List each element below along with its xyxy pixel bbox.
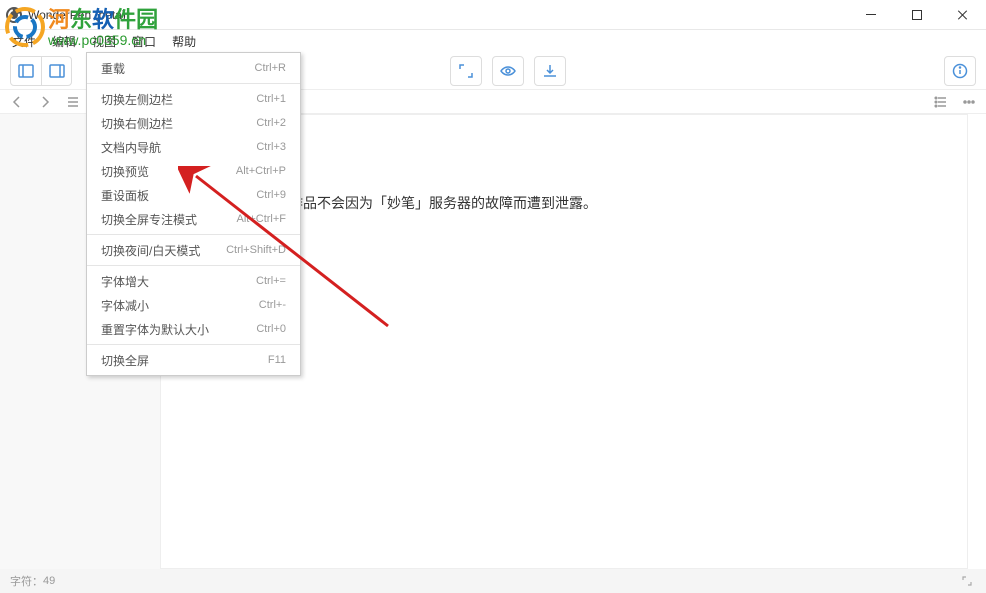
char-count-value: 49 (43, 575, 55, 587)
menu-font-increase[interactable]: 字体增大Ctrl+= (87, 269, 300, 293)
view-dropdown-menu: 重载Ctrl+R 切换左侧边栏Ctrl+1 切换右侧边栏Ctrl+2 文档内导航… (86, 52, 301, 376)
menu-font-reset[interactable]: 重置字体为默认大小Ctrl+0 (87, 317, 300, 341)
list-icon[interactable] (930, 92, 952, 112)
menu-toggle-left-sidebar[interactable]: 切换左侧边栏Ctrl+1 (87, 87, 300, 111)
preview-eye-button[interactable] (493, 57, 523, 85)
menu-file[interactable]: 文件 (4, 30, 44, 52)
menu-toggle-fullscreen[interactable]: 切换全屏F11 (87, 348, 300, 372)
nav-forward-button[interactable] (34, 92, 56, 112)
char-count-label: 字符： (10, 573, 43, 589)
menu-toggle-focus-fullscreen[interactable]: 切换全屏专注模式Alt+Ctrl+F (87, 207, 300, 231)
window-title: WonderPen (beta) (28, 8, 848, 22)
menu-separator (87, 83, 300, 84)
menu-doc-nav[interactable]: 文档内导航Ctrl+3 (87, 135, 300, 159)
titlebar: WonderPen (beta) (0, 0, 986, 30)
download-button[interactable] (535, 57, 565, 85)
outline-button[interactable] (62, 92, 84, 112)
menu-edit[interactable]: 编辑 (44, 30, 84, 52)
menu-separator (87, 234, 300, 235)
menu-view[interactable]: 视图 (84, 30, 124, 52)
more-icon[interactable] (958, 92, 980, 112)
menu-reset-panels[interactable]: 重设面板Ctrl+9 (87, 183, 300, 207)
status-expand-icon[interactable] (958, 572, 976, 590)
menu-reload[interactable]: 重载Ctrl+R (87, 56, 300, 80)
maximize-button[interactable] (894, 0, 940, 30)
statusbar: 字符： 49 (0, 569, 986, 593)
menu-help[interactable]: 帮助 (164, 30, 204, 52)
menu-separator (87, 344, 300, 345)
menubar: 文件 编辑 视图 窗口 帮助 (0, 30, 986, 52)
menu-separator (87, 265, 300, 266)
menu-toggle-right-sidebar[interactable]: 切换右侧边栏Ctrl+2 (87, 111, 300, 135)
nav-back-button[interactable] (6, 92, 28, 112)
menu-toggle-night-day[interactable]: 切换夜间/白天模式Ctrl+Shift+D (87, 238, 300, 262)
minimize-button[interactable] (848, 0, 894, 30)
app-icon (6, 7, 22, 23)
fullscreen-button[interactable] (451, 57, 481, 85)
menu-font-decrease[interactable]: 字体减小Ctrl+- (87, 293, 300, 317)
close-button[interactable] (940, 0, 986, 30)
menu-window[interactable]: 窗口 (124, 30, 164, 52)
left-panel-toggle-button[interactable] (11, 57, 41, 85)
info-button[interactable] (945, 57, 975, 85)
menu-toggle-preview[interactable]: 切换预览Alt+Ctrl+P (87, 159, 300, 183)
right-panel-toggle-button[interactable] (41, 57, 71, 85)
